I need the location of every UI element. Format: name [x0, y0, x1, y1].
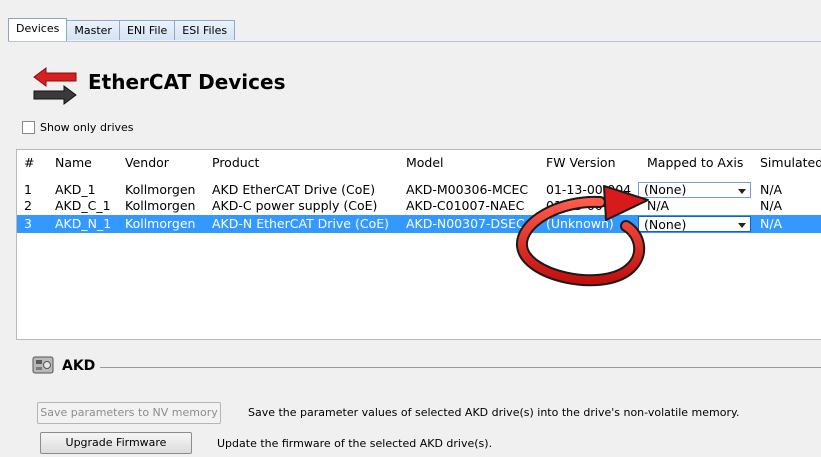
device-model: AKD-C01007-NAEC	[406, 198, 525, 213]
device-simulated: N/A	[760, 182, 783, 197]
column-header[interactable]: Product	[212, 155, 259, 171]
row-number: 2	[24, 198, 32, 213]
device-simulated: N/A	[760, 198, 783, 213]
device-name: AKD_C_1	[55, 198, 111, 213]
device-fw-version: (Unknown)	[546, 216, 614, 231]
tab-bar: Devices Master ENI File ESI Files	[8, 18, 236, 42]
column-header[interactable]: Mapped to Axis	[647, 155, 743, 171]
mapped-axis-dropdown[interactable]: (None)	[638, 216, 751, 232]
device-vendor: Kollmorgen	[125, 182, 196, 197]
show-only-drives-label[interactable]: Show only drives	[40, 121, 134, 134]
table-row-selected[interactable]: 3 AKD_N_1 Kollmorgen AKD-N EtherCAT Driv…	[17, 215, 821, 233]
device-vendor: Kollmorgen	[125, 216, 196, 231]
drive-icon	[32, 356, 54, 374]
row-number: 1	[24, 182, 32, 197]
tab-esi-files[interactable]: ESI Files	[174, 20, 236, 40]
row-number: 3	[24, 216, 32, 231]
mapped-axis-value: (None)	[644, 217, 687, 232]
show-only-drives-row: Show only drives	[22, 121, 134, 134]
device-fw-version: 01-13-00-004	[546, 182, 632, 197]
red-double-arrow-icon	[33, 67, 77, 105]
column-header[interactable]: FW Version	[546, 155, 616, 171]
device-product: AKD-C power supply (CoE)	[212, 198, 378, 213]
tab-divider	[8, 41, 821, 42]
save-nv-memory-button[interactable]: Save parameters to NV memory	[37, 402, 221, 424]
column-header[interactable]: Name	[55, 155, 92, 171]
column-header[interactable]: #	[24, 155, 34, 171]
section-divider	[100, 367, 821, 368]
tab-devices[interactable]: Devices	[8, 18, 68, 41]
upgrade-description: Update the firmware of the selected AKD …	[217, 437, 493, 450]
table-row[interactable]: 2 AKD_C_1 Kollmorgen AKD-C power supply …	[17, 198, 821, 214]
device-product: AKD EtherCAT Drive (CoE)	[212, 182, 376, 197]
table-header: # Name Vendor Product Model FW Version M…	[17, 155, 821, 171]
save-description: Save the parameter values of selected AK…	[248, 406, 740, 419]
device-name: AKD_N_1	[55, 216, 112, 231]
device-simulated: N/A	[760, 216, 783, 231]
device-fw-version: 01-13-00-004	[546, 198, 632, 213]
device-model: AKD-M00306-MCEC	[406, 182, 529, 197]
column-header[interactable]: Model	[406, 155, 444, 171]
chevron-down-icon	[738, 223, 746, 228]
mapped-axis-value: (None)	[644, 182, 687, 197]
tab-eni-file[interactable]: ENI File	[118, 20, 176, 40]
page-title: EtherCAT Devices	[88, 70, 286, 94]
device-name: AKD_1	[55, 182, 96, 197]
devices-table: # Name Vendor Product Model FW Version M…	[16, 149, 821, 340]
table-row[interactable]: 1 AKD_1 Kollmorgen AKD EtherCAT Drive (C…	[17, 182, 821, 198]
device-model: AKD-N00307-DSEC	[406, 216, 525, 231]
column-header[interactable]: Simulated	[760, 155, 821, 171]
device-vendor: Kollmorgen	[125, 198, 196, 213]
tab-master[interactable]: Master	[66, 20, 120, 40]
device-product: AKD-N EtherCAT Drive (CoE)	[212, 216, 390, 231]
upgrade-firmware-button[interactable]: Upgrade Firmware	[40, 432, 192, 454]
mapped-axis-dropdown[interactable]: (None)	[638, 182, 751, 198]
section-title: AKD	[62, 358, 96, 374]
chevron-down-icon	[738, 189, 746, 194]
column-header[interactable]: Vendor	[125, 155, 169, 171]
mapped-axis-value: N/A	[647, 198, 670, 213]
show-only-drives-checkbox[interactable]	[22, 121, 35, 134]
